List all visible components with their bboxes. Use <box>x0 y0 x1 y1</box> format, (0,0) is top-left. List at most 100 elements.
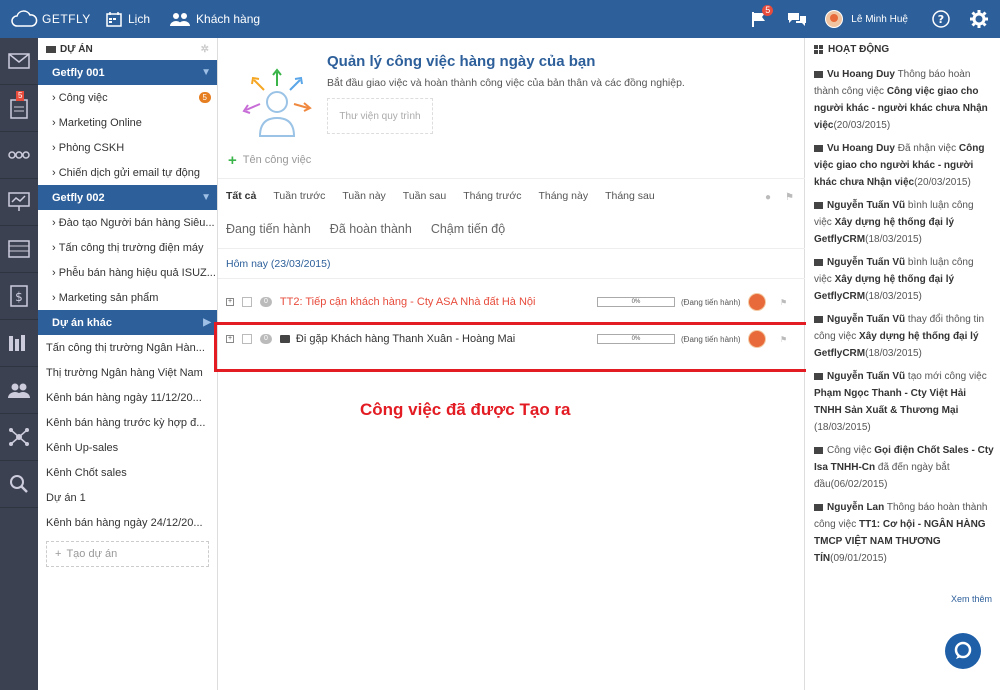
task-name[interactable]: TT2: Tiếp cận khách hàng - Cty ASA Nhà đ… <box>280 296 536 308</box>
tab-all[interactable]: Tất cả <box>226 190 256 202</box>
nav-customers[interactable]: Khách hàng <box>170 12 260 26</box>
sidebar-item-phong-cskh[interactable]: › Phòng CSKH <box>38 135 217 160</box>
period-filter-tabs: Tất cả Tuần trước Tuần này Tuần sau Thán… <box>226 190 672 202</box>
activity-item[interactable]: Nguyễn Tuấn Vũ thay đổi thông tin công v… <box>806 305 1000 362</box>
settings-button[interactable] <box>970 10 988 28</box>
activity-header: HOẠT ĐỘNG <box>806 38 1000 60</box>
messages-button[interactable] <box>787 11 807 27</box>
activity-item[interactable]: Vu Hoang Duy Thông báo hoàn thành công v… <box>806 60 1000 134</box>
sidebar-item-pheu-ban-hang[interactable]: › Phễu bán hàng hiệu quả ISUZ... <box>38 260 217 285</box>
see-more-link[interactable]: Xem thêm <box>951 594 992 604</box>
user-filter-icon[interactable]: ● <box>765 192 771 203</box>
plus-icon: + <box>228 151 237 169</box>
tab-next-month[interactable]: Tháng sau <box>605 190 655 202</box>
rail-workflow[interactable] <box>0 132 38 179</box>
status-tabs: Đang tiến hành Đã hoàn thành Chậm tiến đ… <box>226 222 524 236</box>
presentation-icon <box>8 192 30 211</box>
tab-completed[interactable]: Đã hoàn thành <box>330 222 412 236</box>
count-badge: 5 <box>198 92 211 103</box>
sidebar-gear-icon[interactable]: ✲ <box>201 44 209 55</box>
rail-table[interactable] <box>0 226 38 273</box>
sidebar-item-label: Kênh bán hàng ngày 24/12/20... <box>46 516 203 529</box>
activity-item[interactable]: Vu Hoang Duy Đã nhận việc Công việc giao… <box>806 134 1000 191</box>
sidebar-item-label: Kênh bán hàng trước kỳ hợp đ... <box>46 416 206 429</box>
notifications-button[interactable]: 5 <box>751 5 774 27</box>
sidebar-item-tan-cong[interactable]: › Tấn công thị trường điện máy <box>38 235 217 260</box>
briefcase-icon <box>46 46 56 53</box>
user-menu[interactable]: Lê Minh Huệ <box>825 10 908 28</box>
briefcase-icon <box>814 372 823 380</box>
task-checkbox[interactable] <box>242 297 252 307</box>
sidebar-item-label: Chiến dịch gửi email tự động <box>58 166 201 179</box>
task-flag-icon[interactable]: ⚑ <box>780 298 787 307</box>
sidebar-item-dao-tao[interactable]: › Đào tạo Người bán hàng Siêu... <box>38 210 217 235</box>
activity-text: Công việc <box>827 445 875 456</box>
sidebar-item-other[interactable]: Kênh Up-sales <box>38 435 217 460</box>
rail-tasks-badge: 5 <box>16 91 25 101</box>
sidebar-item-other[interactable]: Kênh Chốt sales <box>38 460 217 485</box>
group-label: Dự án khác <box>52 316 112 329</box>
group-getfly-002[interactable]: Getfly 002 ▼ <box>38 185 217 210</box>
rail-presentation[interactable] <box>0 179 38 226</box>
activity-text: Nguyễn Tuấn Vũ <box>827 200 906 211</box>
rail-mail[interactable] <box>0 38 38 85</box>
chat-bubbles-icon <box>788 13 807 26</box>
nav-calendar-label: Lịch <box>128 12 151 26</box>
sidebar-item-marketing-online[interactable]: › Marketing Online <box>38 110 217 135</box>
sidebar-item-other[interactable]: Tấn công thị trường Ngân Hàn... <box>38 335 217 360</box>
tab-this-week[interactable]: Tuần này <box>342 190 385 202</box>
group-getfly-001[interactable]: Getfly 001 ▼ <box>38 60 217 85</box>
help-button[interactable]: ? <box>932 10 950 28</box>
rail-finance[interactable]: $ <box>0 273 38 320</box>
user-name: Lê Minh Huệ <box>851 13 908 25</box>
sidebar-item-other[interactable]: Kênh bán hàng ngày 24/12/20... <box>38 510 217 535</box>
flag-filter-icon[interactable]: ⚑ <box>785 192 794 203</box>
rail-search[interactable] <box>0 461 38 508</box>
rail-tasks[interactable]: 5 <box>0 85 38 132</box>
task-row[interactable]: + 0 TT2: Tiếp cận khách hàng - Cty ASA N… <box>218 287 805 317</box>
sidebar-item-other[interactable]: Dự án 1 <box>38 485 217 510</box>
tab-this-month[interactable]: Tháng này <box>538 190 588 202</box>
chat-bubble-icon <box>954 641 972 659</box>
sidebar-item-other[interactable]: Kênh bán hàng trước kỳ hợp đ... <box>38 410 217 435</box>
calendar-icon <box>106 12 122 27</box>
process-library-button[interactable]: Thư viện quy trình <box>327 98 433 134</box>
rail-network[interactable] <box>0 414 38 461</box>
divider <box>218 178 805 179</box>
dollar-doc-icon: $ <box>10 285 28 307</box>
brand-logo[interactable]: GETFLY <box>0 10 100 28</box>
mail-icon <box>8 53 30 69</box>
nav-calendar[interactable]: Lịch <box>106 11 150 27</box>
new-task-input[interactable]: + Tên công việc <box>228 150 798 170</box>
tab-overdue[interactable]: Chậm tiến độ <box>431 222 505 236</box>
activity-item[interactable]: Công việc Gọi điện Chốt Sales - Cty Isa … <box>806 436 1000 493</box>
tab-last-week[interactable]: Tuần trước <box>273 190 325 202</box>
users-icon <box>8 383 30 398</box>
sidebar-item-marketing-san-pham[interactable]: › Marketing sản phẩm <box>38 285 217 310</box>
tab-next-week[interactable]: Tuần sau <box>403 190 446 202</box>
rail-users[interactable] <box>0 367 38 414</box>
tab-last-month[interactable]: Tháng trước <box>463 190 521 202</box>
sidebar-item-email-campaign[interactable]: › Chiến dịch gửi email tự động <box>38 160 217 185</box>
add-project-button[interactable]: + Tạo dự án <box>46 541 209 567</box>
nav-customers-label: Khách hàng <box>196 12 261 26</box>
sidebar-item-other[interactable]: Kênh bán hàng ngày 11/12/20... <box>38 385 217 410</box>
assignee-avatar[interactable] <box>748 293 766 311</box>
activity-text: Vu Hoang Duy <box>827 143 895 154</box>
brand-name: GETFLY <box>42 12 91 26</box>
svg-text:$: $ <box>15 290 23 304</box>
activity-text: (18/03/2015) <box>865 291 922 302</box>
tab-in-progress[interactable]: Đang tiến hành <box>226 222 311 236</box>
activity-item[interactable]: Nguyễn Tuấn Vũ tạo mới công việc Phạm Ng… <box>806 362 1000 436</box>
activity-item[interactable]: Nguyễn Tuấn Vũ bình luận công việc Xây d… <box>806 248 1000 305</box>
activity-item[interactable]: Nguyễn Lan Thông báo hoàn thành công việ… <box>806 493 1000 567</box>
group-du-an-khac[interactable]: Dự án khác ▶ <box>38 310 217 335</box>
sidebar-item-cong-viec[interactable]: › Công việc 5 <box>38 85 217 110</box>
chat-launcher-button[interactable] <box>945 633 981 669</box>
sidebar-item-other[interactable]: Thị trường Ngân hàng Việt Nam <box>38 360 217 385</box>
top-bar: GETFLY Lịch Khách hàng 5 Lê Minh Huệ ? <box>0 0 1000 38</box>
activity-item[interactable]: Nguyễn Tuấn Vũ bình luận công việc Xây d… <box>806 191 1000 248</box>
books-icon <box>9 335 25 351</box>
rail-library[interactable] <box>0 320 38 367</box>
expand-icon[interactable]: + <box>226 298 234 306</box>
